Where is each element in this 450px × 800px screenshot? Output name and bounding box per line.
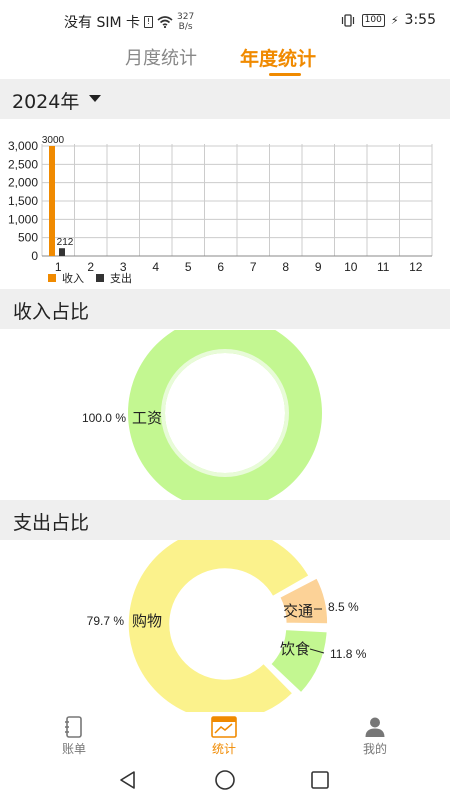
stats-tabs: 月度统计 年度统计 bbox=[0, 40, 450, 78]
battery-level: 100 bbox=[364, 14, 382, 25]
x-tick-label: 2 bbox=[87, 260, 94, 274]
expense-section-title: 支出占比 bbox=[13, 512, 90, 534]
slice-percent-label: 79.7 % bbox=[87, 614, 125, 628]
dropdown-caret-icon[interactable] bbox=[89, 95, 101, 102]
wifi-icon bbox=[157, 16, 173, 28]
y-tick-label: 3,000 bbox=[8, 139, 38, 153]
carrier-text: 没有 SIM 卡 bbox=[64, 15, 140, 31]
nav-mine-label: 我的 bbox=[362, 742, 387, 756]
x-tick-label: 5 bbox=[185, 260, 192, 274]
nav-stats[interactable]: 统计 bbox=[194, 716, 254, 757]
back-icon[interactable] bbox=[118, 770, 138, 790]
legend-label: 支出 bbox=[110, 271, 132, 285]
nav-stats-label: 统计 bbox=[211, 742, 236, 756]
year-label[interactable]: 2024年 bbox=[12, 87, 79, 114]
monthly-bar-chart: 05001,0001,5002,0002,5003,000 30002121 2 3 4… bbox=[8, 135, 433, 285]
y-tick-label: 2,000 bbox=[8, 176, 38, 190]
bottom-navigation: 账单 统计 我的 bbox=[0, 712, 450, 762]
bar-data-label: 3000 bbox=[42, 135, 65, 146]
battery-icon: 100 bbox=[361, 13, 385, 27]
slice-name-label: 工资 bbox=[132, 409, 162, 427]
x-tick-label: 9 bbox=[315, 260, 322, 274]
nav-bills-label: 账单 bbox=[61, 742, 86, 756]
person-icon bbox=[365, 717, 385, 737]
income-pie-chart: 100.0 % 工资 bbox=[82, 330, 322, 500]
slice-percent-label: 11.8 % bbox=[330, 647, 367, 661]
y-tick-label: 1,500 bbox=[8, 194, 38, 208]
nav-mine[interactable]: 我的 bbox=[345, 716, 405, 757]
pie-inner-ring bbox=[161, 349, 289, 477]
x-tick-label: 7 bbox=[250, 260, 257, 274]
x-tick-label: 12 bbox=[409, 260, 423, 274]
slice-name-label: 交通 bbox=[283, 602, 313, 620]
x-tick-label: 11 bbox=[377, 260, 390, 274]
clock-text: 3:55 bbox=[404, 12, 436, 28]
income-section-title: 收入占比 bbox=[13, 301, 90, 323]
x-tick-label: 10 bbox=[344, 260, 358, 274]
expense-section-header: 支出占比 bbox=[0, 500, 450, 540]
tab-monthly[interactable]: 月度统计 bbox=[125, 44, 197, 70]
notebook-icon bbox=[65, 716, 82, 738]
chart-icon bbox=[211, 716, 237, 738]
tab-yearly[interactable]: 年度统计 bbox=[240, 44, 316, 71]
y-tick-label: 500 bbox=[18, 231, 38, 245]
x-tick-label: 1 bbox=[55, 260, 62, 274]
nav-bills[interactable]: 账单 bbox=[44, 716, 104, 757]
y-tick-label: 1,000 bbox=[8, 212, 38, 226]
x-tick-label: 8 bbox=[282, 260, 289, 274]
slice-percent-label: 8.5 % bbox=[328, 600, 359, 614]
x-tick-label: 6 bbox=[217, 260, 224, 274]
status-bar: 没有 SIM 卡 ! 327 B/s 100 ⚡ 3:55 bbox=[0, 0, 450, 40]
vibrate-icon bbox=[341, 13, 354, 27]
slice-name-label: 购物 bbox=[132, 612, 162, 630]
y-tick-label: 2,500 bbox=[8, 157, 38, 171]
bar-income bbox=[49, 146, 55, 256]
network-speed: 327 B/s bbox=[177, 12, 195, 32]
slice-percent-label: 100.0 % bbox=[82, 411, 126, 425]
legend-label: 收入 bbox=[62, 271, 84, 285]
recents-icon[interactable] bbox=[310, 770, 330, 790]
legend-swatch bbox=[96, 274, 104, 282]
x-tick-label: 4 bbox=[152, 260, 159, 274]
bar-data-label: 212 bbox=[57, 237, 74, 248]
bar-expense bbox=[59, 248, 65, 256]
year-selector[interactable]: 2024年 bbox=[0, 79, 450, 119]
tab-indicator bbox=[269, 73, 301, 76]
expense-pie-chart: 79.7 % 购物 交通 8.5 % 饮食 11.8 % bbox=[87, 540, 367, 712]
charging-icon: ⚡ bbox=[390, 13, 399, 27]
income-section-header: 收入占比 bbox=[0, 289, 450, 329]
system-navigation bbox=[0, 762, 450, 800]
slice-name-label: 饮食 bbox=[280, 640, 310, 658]
home-icon[interactable] bbox=[214, 769, 236, 791]
legend-swatch bbox=[48, 274, 56, 282]
sim-icon: ! bbox=[144, 16, 153, 28]
y-tick-label: 0 bbox=[31, 249, 38, 263]
